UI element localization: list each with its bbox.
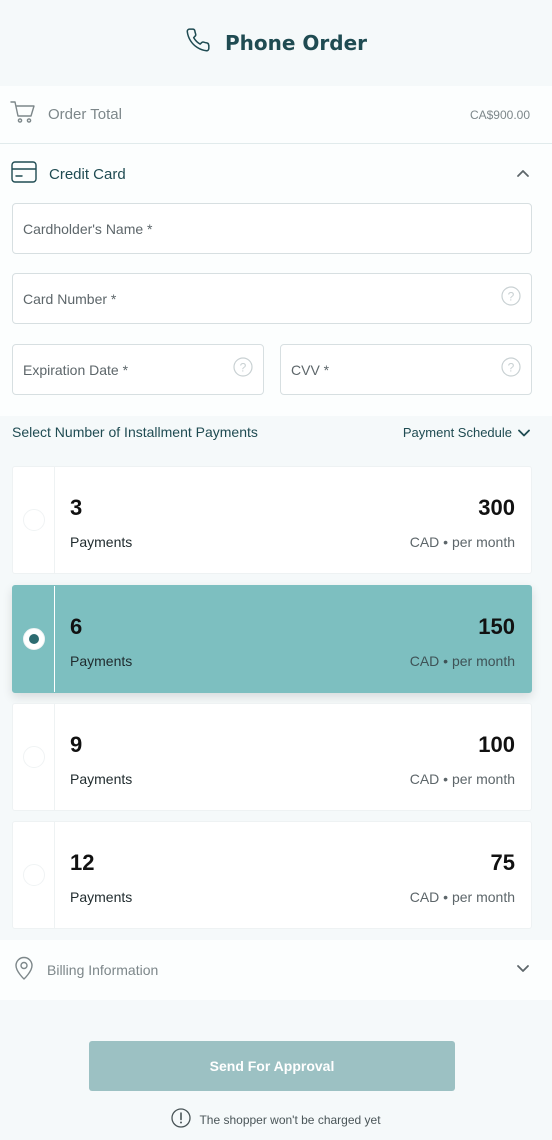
chevron-down-icon: [518, 425, 530, 440]
payment-frequency: CAD • per month: [409, 534, 515, 550]
installments-header: Select Number of Installment Payments Pa…: [12, 424, 530, 440]
credit-card-label: Credit Card: [49, 165, 126, 183]
payment-amount: 100: [478, 732, 515, 757]
payment-amount: 300: [478, 495, 515, 520]
radio-button[interactable]: [22, 864, 45, 886]
svg-text:?: ?: [508, 290, 515, 304]
radio-column: [13, 586, 55, 692]
payment-schedule-toggle[interactable]: Payment Schedule: [403, 425, 530, 440]
radio-button-selected[interactable]: [22, 628, 45, 650]
payment-amount: 75: [490, 850, 515, 875]
card-number-field[interactable]: Card Number * ?: [12, 273, 532, 324]
payment-count-label: Payments: [70, 653, 133, 669]
installment-option-6[interactable]: 6 Payments 150 CAD • per month: [12, 585, 532, 693]
info-icon: [171, 1108, 192, 1131]
payment-frequency: CAD • per month: [409, 653, 515, 669]
payment-count: 6: [70, 614, 83, 639]
radio-column: [13, 467, 55, 573]
order-total-label: Order Total: [48, 106, 122, 123]
payment-frequency: CAD • per month: [409, 889, 515, 905]
phone-icon: [185, 27, 211, 58]
cvv-placeholder: CVV *: [291, 361, 330, 378]
option-body: 12 Payments 75 CAD • per month: [55, 822, 531, 928]
payment-count-label: Payments: [70, 534, 133, 550]
charge-note-text: The shopper won't be charged yet: [199, 1112, 381, 1127]
payment-schedule-label: Payment Schedule: [402, 424, 512, 440]
expiration-date-placeholder: Expiration Date *: [23, 361, 129, 378]
payment-count-label: Payments: [70, 771, 133, 787]
installment-option-12[interactable]: 12 Payments 75 CAD • per month: [12, 821, 532, 929]
help-icon[interactable]: ?: [501, 286, 521, 311]
payment-count: 3: [70, 495, 83, 520]
cvv-field[interactable]: CVV * ?: [280, 344, 532, 395]
help-icon[interactable]: ?: [501, 357, 521, 382]
billing-information-label: Billing Information: [47, 962, 159, 978]
payment-count: 12: [70, 850, 95, 875]
location-pin-icon: [13, 955, 35, 986]
radio-column: [13, 822, 55, 928]
installment-option-3[interactable]: 3 Payments 300 CAD • per month: [12, 466, 532, 574]
radio-column: [13, 704, 55, 810]
cardholder-name-placeholder: Cardholder's Name *: [23, 220, 153, 237]
svg-text:?: ?: [508, 361, 515, 375]
payment-count-label: Payments: [70, 889, 133, 905]
cart-icon: [10, 100, 36, 129]
page-header: Phone Order: [0, 0, 552, 85]
radio-button[interactable]: [22, 509, 45, 531]
option-body: 9 Payments 100 CAD • per month: [55, 704, 531, 810]
payment-count: 9: [70, 732, 83, 757]
chevron-down-icon[interactable]: [516, 961, 530, 979]
installments-heading: Select Number of Installment Payments: [12, 424, 258, 440]
svg-text:?: ?: [240, 361, 247, 375]
expiration-date-field[interactable]: Expiration Date * ?: [12, 344, 264, 395]
chevron-up-icon[interactable]: [516, 165, 530, 183]
credit-card-icon: [11, 160, 37, 188]
radio-button[interactable]: [22, 746, 45, 768]
help-icon[interactable]: ?: [233, 357, 253, 382]
order-total-amount: CA$900.00: [469, 107, 530, 122]
radio-dot: [28, 634, 39, 644]
option-body: 6 Payments 150 CAD • per month: [55, 586, 531, 692]
billing-information-row[interactable]: Billing Information: [0, 940, 552, 1000]
page-title: Phone Order: [224, 30, 367, 55]
card-number-placeholder: Card Number *: [23, 290, 117, 307]
installment-option-9[interactable]: 9 Payments 100 CAD • per month: [12, 703, 532, 811]
option-body: 3 Payments 300 CAD • per month: [55, 467, 531, 573]
charge-note: The shopper won't be charged yet: [0, 1108, 552, 1131]
order-total-row: Order Total CA$900.00: [0, 86, 552, 144]
credit-card-section: Credit Card: [0, 144, 552, 204]
cardholder-name-field[interactable]: Cardholder's Name *: [12, 203, 532, 254]
payment-frequency: CAD • per month: [409, 771, 515, 787]
send-for-approval-button[interactable]: Send For Approval: [89, 1041, 455, 1091]
credit-card-header[interactable]: Credit Card: [0, 144, 552, 204]
payment-amount: 150: [478, 614, 515, 639]
